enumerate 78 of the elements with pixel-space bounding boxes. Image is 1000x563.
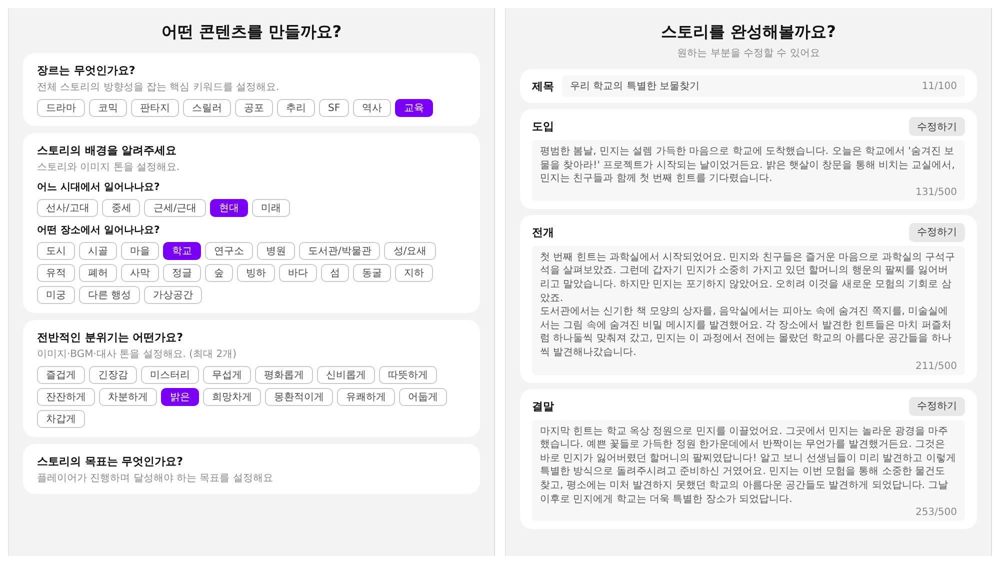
- option-chip[interactable]: 유쾌하게: [337, 388, 395, 406]
- option-chip[interactable]: 중세: [102, 199, 140, 217]
- option-chip[interactable]: 판타지: [131, 99, 179, 117]
- option-chip[interactable]: 코믹: [89, 99, 127, 117]
- option-chip[interactable]: 몽환적이게: [265, 388, 333, 406]
- option-chip[interactable]: 따뜻하게: [379, 366, 437, 384]
- question-label: 어느 시대에서 일어나나요?: [37, 181, 161, 194]
- edit-button[interactable]: 수정하기: [909, 117, 965, 136]
- section-subtitle: 플레이어가 진행하며 달성해야 하는 목표를 설정해요: [37, 472, 274, 485]
- option-chip[interactable]: 미래: [252, 199, 290, 217]
- option-chip[interactable]: 정글: [163, 264, 201, 282]
- option-chip[interactable]: 시골: [79, 242, 117, 260]
- option-chip[interactable]: 미스터리: [141, 366, 199, 384]
- option-chip[interactable]: 폐허: [79, 264, 117, 282]
- option-chip[interactable]: 도서관/박물관: [299, 242, 380, 260]
- section-title: 스토리의 목표는 무엇인가요?: [37, 454, 184, 469]
- section-title: 전반적인 분위기는 어떤가요?: [37, 330, 184, 345]
- option-chip[interactable]: 긴장감: [89, 366, 137, 384]
- option-chip[interactable]: 병원: [257, 242, 295, 260]
- option-chip[interactable]: 공포: [235, 99, 273, 117]
- option-chip[interactable]: 현대: [210, 199, 248, 217]
- option-chip[interactable]: 학교: [163, 242, 201, 260]
- section-title: 장르는 무엇인가요?: [37, 63, 136, 78]
- option-chip[interactable]: 빙하: [237, 264, 275, 282]
- option-chip[interactable]: 교육: [395, 99, 434, 117]
- panel-title: 어떤 콘텐츠를 만들까요?: [161, 22, 342, 43]
- option-chip[interactable]: 미궁: [37, 286, 75, 304]
- option-chip[interactable]: 숲: [205, 264, 233, 282]
- option-chip[interactable]: 밝은: [161, 388, 199, 406]
- option-chip[interactable]: 동굴: [353, 264, 391, 282]
- story-text-area[interactable]: 마지막 힌트는 학교 옥상 정원으로 민지를 이끌었어요. 그곳에서 민지는 놀라운 광경을 마주했습니다. 예쁜 꽃들로 가득한 정원 한가운데에서 반짝이는 무언가를 발견했거든요. 그것은 바로 민지가 잃어버렸던 할머니의 팔찌였답니다! 알고 보니 선생님들이 미리 발견하고 이렇게 특별한 방식으로 돌려주시려고 준비하신 거였어요. 민지는 이번 모험을 통해 소중한 물건도 찾고, 평소에는 미처 발견하지 못했던 학교의 아름다운 공간들도 발견하게 되었답니다. 그날 이후로 민지에게 학교는 더욱 특별한 장소가 되었답니다. 253/500: [532, 420, 965, 522]
- character-count: 253/500: [914, 507, 957, 518]
- title-input-field[interactable]: 우리 학교의 특별한 보물찾기 11/100: [562, 75, 965, 97]
- character-count: 131/500: [914, 186, 957, 198]
- option-chip[interactable]: 즐겁게: [37, 366, 85, 384]
- option-chip[interactable]: 신비롭게: [317, 366, 375, 384]
- option-chip[interactable]: 추리: [277, 99, 315, 117]
- panel-subtitle: 원하는 부분을 수정할 수 있어요: [677, 47, 820, 60]
- option-chip[interactable]: 섬: [321, 264, 349, 282]
- option-chip[interactable]: 역사: [353, 99, 392, 117]
- section-subtitle: 전체 스토리의 방향성을 잡는 핵심 키워드를 설정해요.: [37, 81, 280, 94]
- option-chip[interactable]: 가상공간: [144, 286, 202, 304]
- option-chip[interactable]: 무섭게: [203, 366, 251, 384]
- option-chip[interactable]: 어둡게: [399, 388, 447, 406]
- section-label: 전개: [532, 224, 554, 240]
- question-label: 어떤 장소에서 일어나나요?: [37, 224, 161, 237]
- panel-title: 스토리를 완성해볼까요?: [661, 22, 836, 43]
- story-text-area[interactable]: 평범한 봄날, 민지는 설렘 가득한 마음으로 학교에 도착했습니다. 오늘은 학교에서 '숨겨진 보물을 찾아라!' 프로젝트가 시작되는 날이었거든요. 밝은 햇살이 창문을 통해 비치는 교실에서, 민지는 친구들과 함께 첫 번째 힌트를 기다렸습니다. 131/500: [532, 140, 965, 201]
- edit-button[interactable]: 수정하기: [909, 222, 965, 242]
- option-chip[interactable]: 성/요새: [384, 242, 436, 260]
- option-chip[interactable]: 마을: [121, 242, 159, 260]
- option-chip[interactable]: 바다: [279, 264, 317, 282]
- section-title: 스토리의 배경을 알려주세요: [37, 143, 178, 158]
- title-label: 제목: [532, 78, 554, 94]
- character-count: 11/100: [922, 80, 957, 92]
- option-chip[interactable]: 스릴러: [183, 99, 231, 117]
- option-chip[interactable]: SF: [319, 99, 350, 117]
- option-chip[interactable]: 사막: [121, 264, 159, 282]
- option-chip[interactable]: 지하: [395, 264, 433, 282]
- section-subtitle: 스토리와 이미지 톤을 설정해요.: [37, 161, 181, 174]
- option-chip[interactable]: 차갑게: [37, 410, 85, 428]
- option-chip[interactable]: 연구소: [205, 242, 253, 260]
- option-chip[interactable]: 도시: [37, 242, 75, 260]
- option-chip[interactable]: 선사/고대: [37, 199, 98, 217]
- option-chip[interactable]: 근세/근대: [144, 199, 206, 217]
- option-chip[interactable]: 잔잔하게: [37, 388, 95, 406]
- character-count: 211/500: [914, 360, 957, 372]
- option-chip[interactable]: 드라마: [37, 99, 85, 117]
- option-chip[interactable]: 평화롭게: [255, 366, 313, 384]
- option-chip[interactable]: 희망차게: [203, 388, 261, 406]
- story-text-area[interactable]: 첫 번째 힌트는 과학실에서 시작되었어요. 민지와 친구들은 즐거운 마음으로 과학실의 구석구석을 살펴보았죠. 그런데 갑자기 민지가 소중히 가지고 있던 할머니의 행운의 팔찌를 잃어버리고 말았습니다. 하지만 민지는 포기하지 않았어요. 오히려 이것을 새로운 모험의 기회로 삼았죠. 도서관에서는 신기한 책 모양의 상자를, 음악실에서는 피아노 속에 숨겨진 쪽지를, 미술실에서는 그림 속에 숨겨진 비밀 메시지를 발견했어요. 각 장소에서 발견한 힌트들은 마치 퍼즐처럼 하나둘씩 맞춰져 갔고, 민지는 이 과정에서 전에는 몰랐던 학교의 아름다운 공간들을 하나씩 발견해나갔습니다. 211/500: [532, 246, 965, 375]
- option-chip[interactable]: 다른 행성: [79, 286, 140, 304]
- section-subtitle: 이미지·BGM·대사 톤을 설정해요. (최대 2개): [37, 348, 238, 361]
- option-chip[interactable]: 차분하게: [99, 388, 157, 406]
- section-label: 도입: [532, 119, 554, 134]
- section-label: 결말: [532, 398, 554, 414]
- option-chip[interactable]: 유적: [37, 264, 75, 282]
- edit-button[interactable]: 수정하기: [909, 396, 965, 416]
